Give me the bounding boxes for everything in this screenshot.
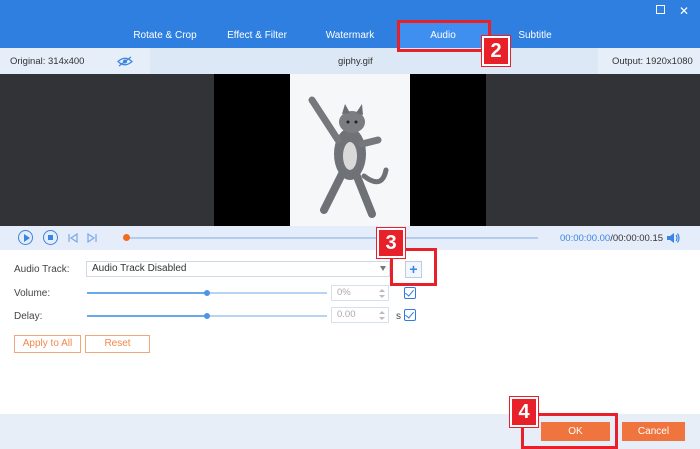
info-bar: Original: 314x400 giphy.gif Output: 1920… <box>0 48 700 74</box>
preview-frame <box>290 74 410 226</box>
stop-icon[interactable] <box>43 230 58 245</box>
volume-value: 0% <box>337 287 351 298</box>
tab-rotate-crop[interactable]: Rotate & Crop <box>120 30 210 41</box>
audio-track-select[interactable]: Audio Track Disabled <box>86 261 390 277</box>
dancing-cat-image <box>308 96 389 218</box>
total-time: /00:00:00.15 <box>610 233 664 244</box>
progress-bar[interactable] <box>126 237 538 239</box>
volume-slider-fill <box>87 292 207 294</box>
volume-label: Volume: <box>14 288 51 299</box>
volume-slider-handle[interactable] <box>204 290 210 296</box>
previous-frame-icon[interactable] <box>68 233 78 243</box>
current-time: 00:00:00.00 <box>560 233 611 244</box>
audio-track-label: Audio Track: <box>14 264 70 275</box>
delay-value: 0.00 <box>337 309 356 320</box>
volume-up-icon[interactable] <box>379 289 385 292</box>
output-size: Output: 1920x1080 <box>612 56 693 67</box>
audio-track-value: Audio Track Disabled <box>92 263 187 274</box>
playback-controls: 00:00:00.00/00:00:00.15 <box>0 226 700 250</box>
step-badge-4: 4 <box>510 397 538 427</box>
cancel-button[interactable]: Cancel <box>622 422 685 441</box>
title-bar: Rotate & Crop Effect & Filter Watermark … <box>0 0 700 50</box>
delay-slider-handle[interactable] <box>204 313 210 319</box>
delay-slider-fill <box>87 315 207 317</box>
chevron-down-icon <box>380 266 386 271</box>
delay-input[interactable]: 0.00 <box>331 307 389 323</box>
delay-up-icon[interactable] <box>379 311 385 314</box>
progress-handle[interactable] <box>123 234 130 241</box>
time-display: 00:00:00.00/00:00:00.15 <box>560 233 663 244</box>
volume-apply-check-icon[interactable] <box>404 287 416 299</box>
video-preview <box>0 74 700 226</box>
next-frame-icon[interactable] <box>87 233 97 243</box>
play-icon[interactable] <box>18 230 33 245</box>
callout-box-audio-tab <box>397 20 491 52</box>
audio-settings-panel: Audio Track: Audio Track Disabled + Volu… <box>0 250 700 414</box>
reset-button[interactable]: Reset <box>85 335 150 353</box>
delay-apply-check-icon[interactable] <box>404 309 416 321</box>
tab-watermark[interactable]: Watermark <box>305 30 395 41</box>
close-icon[interactable]: ✕ <box>677 4 691 18</box>
eye-hidden-icon[interactable] <box>117 56 133 67</box>
tab-effect-filter[interactable]: Effect & Filter <box>212 30 302 41</box>
maximize-icon[interactable] <box>656 5 665 14</box>
delay-label: Delay: <box>14 311 43 322</box>
file-name: giphy.gif <box>338 56 373 67</box>
step-badge-3: 3 <box>377 228 405 258</box>
step-badge-2: 2 <box>482 36 510 66</box>
apply-to-all-button[interactable]: Apply to All <box>14 335 81 353</box>
volume-down-icon[interactable] <box>379 295 385 298</box>
original-size: Original: 314x400 <box>10 56 85 67</box>
volume-icon[interactable] <box>666 232 680 244</box>
delay-down-icon[interactable] <box>379 317 385 320</box>
delay-unit: s <box>396 311 401 322</box>
volume-input[interactable]: 0% <box>331 285 389 301</box>
